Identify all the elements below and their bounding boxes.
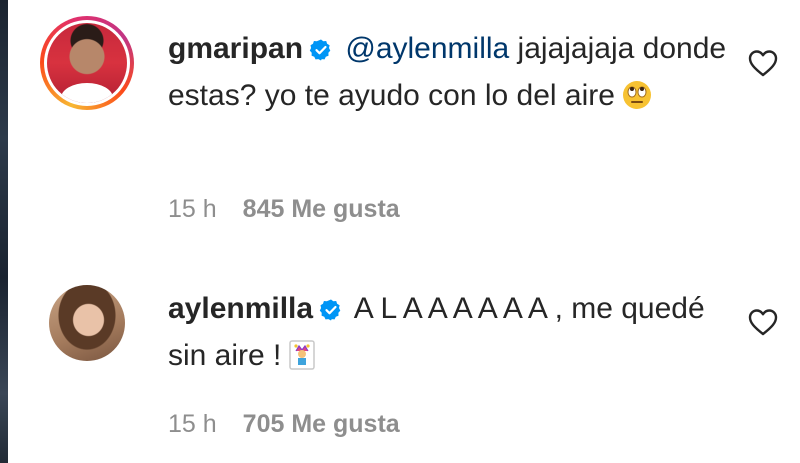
likes-count[interactable]: 705 Me gusta <box>243 410 400 439</box>
username[interactable]: aylenmilla <box>168 292 313 325</box>
likes-count[interactable]: 845 Me gusta <box>243 195 400 224</box>
username[interactable]: gmaripan <box>168 32 303 65</box>
comment-text-block: gmaripan @aylenmilla jajajajaja donde es… <box>168 27 728 123</box>
comment-text-block: aylenmilla A L A A A A A A , me quedé si… <box>168 287 728 383</box>
mention-link[interactable]: @aylenmilla <box>345 32 509 65</box>
jester-emoji-icon <box>287 339 317 383</box>
avatar-story-ring[interactable] <box>40 16 134 110</box>
heart-icon[interactable] <box>748 49 778 77</box>
verified-badge-icon <box>309 31 333 74</box>
heart-icon[interactable] <box>748 308 778 336</box>
timestamp[interactable]: 15 h <box>168 195 217 224</box>
avatar-container[interactable] <box>49 285 125 361</box>
comment-meta: 15 h 705 Me gusta <box>168 410 400 439</box>
verified-badge-icon <box>319 291 343 334</box>
eye-roll-emoji-icon <box>621 79 653 123</box>
avatar-gmaripan <box>47 23 127 103</box>
comment-meta: 15 h 845 Me gusta <box>168 195 400 224</box>
comment-2: aylenmilla A L A A A A A A , me quedé si… <box>0 275 800 463</box>
timestamp[interactable]: 15 h <box>168 410 217 439</box>
comment-1: gmaripan @aylenmilla jajajajaja donde es… <box>0 0 800 250</box>
avatar-aylenmilla <box>49 285 125 361</box>
